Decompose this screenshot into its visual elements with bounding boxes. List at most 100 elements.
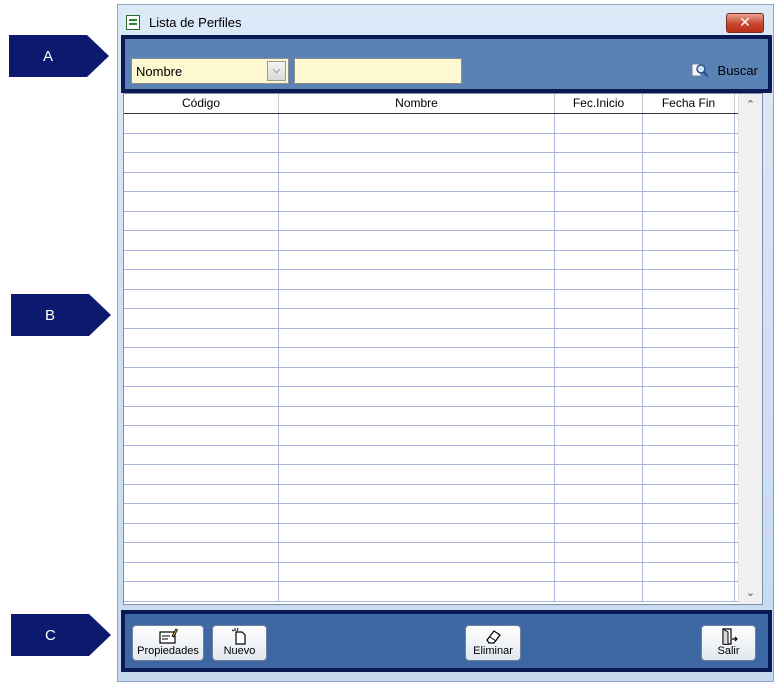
table-cell[interactable]	[643, 367, 735, 386]
table-row[interactable]	[124, 192, 738, 212]
table-cell[interactable]	[124, 192, 279, 211]
table-row[interactable]	[124, 328, 738, 348]
table-cell[interactable]	[124, 543, 279, 562]
table-cell[interactable]	[643, 562, 735, 581]
table-row[interactable]	[124, 172, 738, 192]
table-cell[interactable]	[279, 562, 555, 581]
table-cell[interactable]	[555, 426, 643, 445]
table-cell[interactable]	[643, 504, 735, 523]
table-cell[interactable]	[555, 367, 643, 386]
table-row[interactable]	[124, 406, 738, 426]
table-cell[interactable]	[555, 504, 643, 523]
table-cell[interactable]	[643, 153, 735, 172]
table-cell[interactable]	[124, 445, 279, 464]
table-cell[interactable]	[555, 114, 643, 133]
new-button[interactable]: Nuevo	[212, 625, 267, 661]
table-cell[interactable]	[279, 426, 555, 445]
table-cell[interactable]	[124, 406, 279, 425]
table-cell[interactable]	[555, 192, 643, 211]
table-row[interactable]	[124, 465, 738, 485]
table-cell[interactable]	[555, 270, 643, 289]
search-field-select[interactable]: Nombre ⌵	[131, 58, 289, 84]
table-cell[interactable]	[643, 445, 735, 464]
table-cell[interactable]	[124, 153, 279, 172]
table-cell[interactable]	[555, 250, 643, 269]
table-row[interactable]	[124, 231, 738, 251]
table-row[interactable]	[124, 270, 738, 290]
table-row[interactable]	[124, 504, 738, 524]
search-input[interactable]	[294, 58, 462, 84]
table-cell[interactable]	[555, 582, 643, 601]
table-row[interactable]	[124, 114, 738, 134]
table-cell[interactable]	[555, 153, 643, 172]
table-cell[interactable]	[555, 465, 643, 484]
table-cell[interactable]	[643, 289, 735, 308]
close-button[interactable]: ✕	[726, 13, 764, 33]
table-cell[interactable]	[643, 484, 735, 503]
table-cell[interactable]	[124, 328, 279, 347]
table-cell[interactable]	[279, 250, 555, 269]
table-row[interactable]	[124, 211, 738, 231]
table-cell[interactable]	[643, 114, 735, 133]
table-cell[interactable]	[279, 172, 555, 191]
table-cell[interactable]	[643, 426, 735, 445]
table-cell[interactable]	[124, 367, 279, 386]
table-cell[interactable]	[643, 231, 735, 250]
table-cell[interactable]	[124, 504, 279, 523]
table-cell[interactable]	[279, 328, 555, 347]
table-row[interactable]	[124, 562, 738, 582]
table-cell[interactable]	[643, 523, 735, 542]
table-cell[interactable]	[555, 133, 643, 152]
table-cell[interactable]	[124, 523, 279, 542]
table-cell[interactable]	[279, 406, 555, 425]
table-cell[interactable]	[643, 309, 735, 328]
table-cell[interactable]	[124, 348, 279, 367]
exit-button[interactable]: Salir	[701, 625, 756, 661]
table-row[interactable]	[124, 484, 738, 504]
table-cell[interactable]	[279, 484, 555, 503]
table-cell[interactable]	[279, 211, 555, 230]
table-cell[interactable]	[643, 543, 735, 562]
table-cell[interactable]	[643, 250, 735, 269]
table-cell[interactable]	[643, 348, 735, 367]
table-row[interactable]	[124, 153, 738, 173]
table-row[interactable]	[124, 582, 738, 602]
table-cell[interactable]	[643, 270, 735, 289]
table-cell[interactable]	[124, 231, 279, 250]
table-cell[interactable]	[124, 309, 279, 328]
table-cell[interactable]	[279, 192, 555, 211]
table-cell[interactable]	[279, 367, 555, 386]
table-cell[interactable]	[643, 582, 735, 601]
table-row[interactable]	[124, 133, 738, 153]
table-row[interactable]	[124, 445, 738, 465]
table-row[interactable]	[124, 387, 738, 407]
table-cell[interactable]	[279, 153, 555, 172]
table-cell[interactable]	[124, 562, 279, 581]
table-cell[interactable]	[555, 523, 643, 542]
table-cell[interactable]	[279, 387, 555, 406]
table-row[interactable]	[124, 543, 738, 563]
table-cell[interactable]	[555, 211, 643, 230]
table-cell[interactable]	[124, 387, 279, 406]
search-button[interactable]: Buscar	[691, 59, 758, 81]
column-header-codigo[interactable]: Código	[124, 94, 279, 113]
table-row[interactable]	[124, 309, 738, 329]
table-cell[interactable]	[124, 133, 279, 152]
table-cell[interactable]	[555, 328, 643, 347]
scroll-up-icon[interactable]: ⌃	[739, 96, 762, 114]
table-cell[interactable]	[555, 231, 643, 250]
table-cell[interactable]	[279, 523, 555, 542]
table-row[interactable]	[124, 367, 738, 387]
column-header-nombre[interactable]: Nombre	[279, 94, 555, 113]
table-cell[interactable]	[124, 114, 279, 133]
table-cell[interactable]	[124, 250, 279, 269]
table-cell[interactable]	[555, 406, 643, 425]
vertical-scrollbar[interactable]: ⌃ ⌄	[738, 94, 762, 604]
table-cell[interactable]	[279, 231, 555, 250]
table-cell[interactable]	[279, 465, 555, 484]
table-row[interactable]	[124, 426, 738, 446]
table-cell[interactable]	[124, 484, 279, 503]
table-cell[interactable]	[279, 445, 555, 464]
table-cell[interactable]	[279, 289, 555, 308]
table-cell[interactable]	[643, 406, 735, 425]
